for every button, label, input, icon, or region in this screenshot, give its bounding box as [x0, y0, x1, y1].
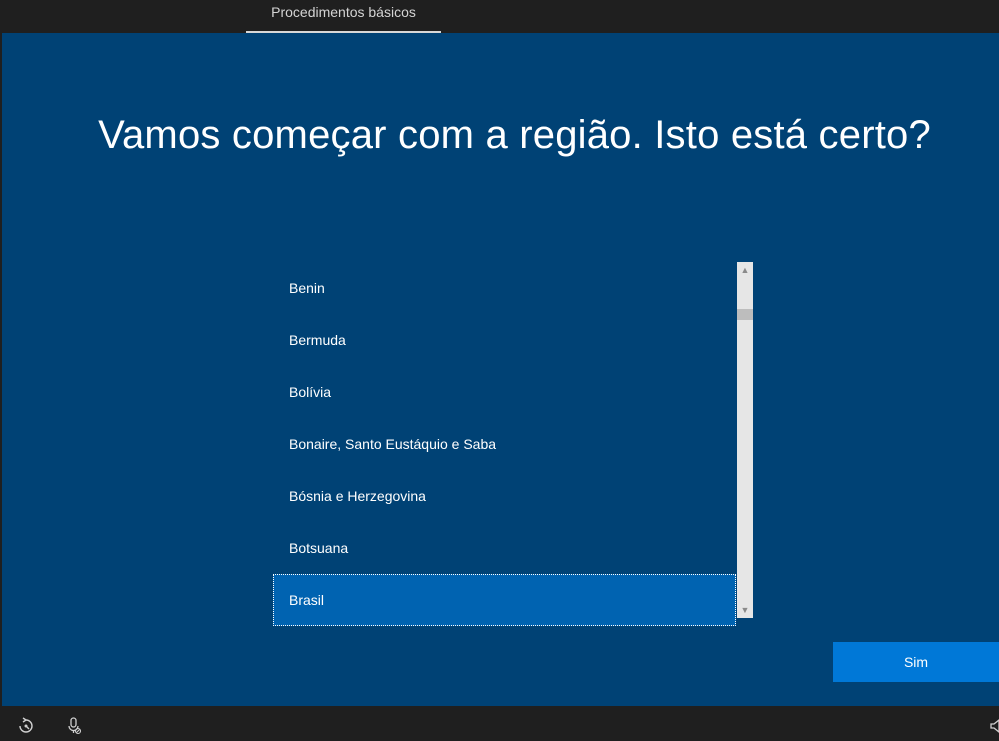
- bottom-bar: [0, 706, 999, 741]
- page-title: Vamos começar com a região. Isto está ce…: [98, 113, 931, 157]
- list-item-botsuana[interactable]: Botsuana: [273, 522, 736, 574]
- volume-icon[interactable]: [990, 716, 999, 736]
- list-item-brasil-selected[interactable]: Brasil: [273, 574, 736, 626]
- list-item-bonaire[interactable]: Bonaire, Santo Eustáquio e Saba: [273, 418, 736, 470]
- tab-procedimentos-basicos[interactable]: Procedimentos básicos: [246, 0, 441, 33]
- oobe-region-page: Vamos começar com a região. Isto está ce…: [2, 33, 999, 706]
- region-list-scrollbar[interactable]: ▲ ▼: [737, 262, 753, 618]
- list-item-bermuda[interactable]: Bermuda: [273, 314, 736, 366]
- region-listbox[interactable]: Benin Bermuda Bolívia Bonaire, Santo Eus…: [273, 262, 753, 626]
- scroll-up-arrow-icon[interactable]: ▲: [737, 262, 753, 278]
- list-item-bolivia[interactable]: Bolívia: [273, 366, 736, 418]
- list-item-bosnia[interactable]: Bósnia e Herzegovina: [273, 470, 736, 522]
- ease-of-access-icon[interactable]: [16, 716, 36, 736]
- scroll-down-arrow-icon[interactable]: ▼: [737, 602, 753, 618]
- tab-label: Procedimentos básicos: [271, 4, 416, 20]
- list-item-benin[interactable]: Benin: [273, 262, 736, 314]
- sim-button[interactable]: Sim: [833, 642, 999, 682]
- top-bar: Procedimentos básicos: [0, 0, 999, 33]
- scroll-thumb[interactable]: [737, 309, 753, 320]
- microphone-icon[interactable]: [64, 716, 84, 736]
